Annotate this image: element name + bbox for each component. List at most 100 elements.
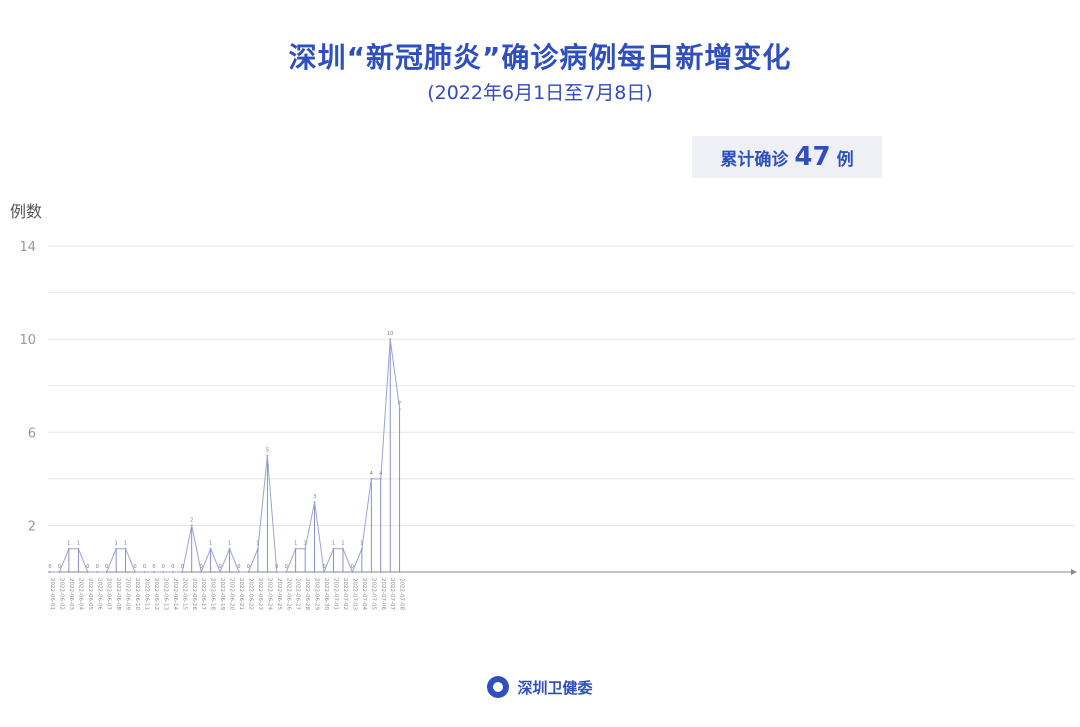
data-point [134,571,137,573]
data-label: 0 [152,564,155,570]
data-point [67,547,70,550]
x-tick-label: 2022-06-04 [77,578,83,610]
data-point [77,547,80,550]
x-tick-label: 2022-06-22 [247,578,253,610]
x-tick-label: 2022-06-08 [115,578,121,610]
data-point [219,571,222,573]
data-point [200,571,203,573]
data-point [171,571,174,573]
data-point [275,571,278,573]
x-axis-arrow-icon [1071,569,1077,575]
x-tick-label: 2022-06-21 [238,578,244,610]
data-point [398,408,401,410]
line-chart: 2610140 01 10 0 01 10 0 0 0 0 0201010 0150 01 1301 101… [19,240,1077,610]
x-tick-label: 2022-06-12 [153,578,159,610]
x-tick-label: 2022-07-07 [389,578,395,610]
data-label: 0 [237,564,240,570]
data-point [181,571,184,573]
data-label: 0 [275,564,278,570]
data-point [143,571,146,573]
x-tick-label: 2022-06-17 [200,578,206,610]
data-point [332,547,335,550]
x-tick-label: 2022-07-05 [370,578,376,610]
data-point [162,571,165,573]
data-point [360,547,363,550]
x-tick-label: 2022-06-16 [191,578,197,610]
data-label: 0 [96,564,99,570]
data-point [124,547,127,550]
data-label: 4 [370,471,373,477]
data-label: 1 [341,541,344,547]
data-label: 0 [105,564,108,570]
data-point [152,571,155,573]
data-label: 1 [304,541,307,547]
data-point [256,547,259,550]
data-point [228,547,231,550]
data-point [389,338,392,341]
data-point [115,547,118,550]
data-label: 1 [67,541,70,547]
data-label: 2 [190,517,193,523]
y-tick-label: 10 [19,333,36,348]
data-point [370,477,373,480]
x-tick-label: 2022-06-06 [96,578,102,610]
x-tick-label: 2022-06-26 [285,578,291,610]
x-tick-label: 2022-06-15 [181,578,187,610]
x-tick-label: 2022-06-27 [295,578,301,610]
data-label: 1 [115,541,118,547]
x-tick-label: 2022-06-30 [323,578,329,610]
x-tick-label: 2022-06-28 [304,578,310,610]
data-label: 0 [162,564,165,570]
data-label: 0 [48,564,51,570]
x-tick-label: 2022-06-14 [172,578,178,610]
data-label: 0 [58,564,61,570]
data-label: 1 [360,541,363,547]
data-label: 0 [133,564,136,570]
x-tick-label: 2022-06-23 [257,578,263,610]
x-tick-label: 2022-07-04 [361,578,367,610]
health-commission-logo-icon [487,676,510,698]
data-label: 0 [200,564,203,570]
x-tick-label: 2022-07-02 [342,578,348,610]
x-tick-label: 2022-06-19 [219,578,225,610]
x-tick-label: 2022-06-05 [87,578,93,610]
data-label: 3 [313,494,316,500]
x-tick-label: 2022-06-07 [106,578,112,610]
series-line [50,339,401,574]
data-label: 0 [143,564,146,570]
x-tick-label: 2022-06-10 [134,578,140,610]
data-label: 0 [171,564,174,570]
data-point [294,547,297,550]
x-tick-label: 2022-06-18 [210,578,216,610]
data-point [379,477,382,480]
data-label: 0 [219,564,222,570]
data-label: 0 [285,564,288,570]
footer-org: 深圳卫健委 [517,678,593,697]
data-point [209,547,212,550]
data-point [351,571,354,573]
x-tick-label: 2022-07-06 [380,578,386,610]
data-label: 5 [266,448,269,454]
data-point [58,571,61,573]
data-point [247,571,250,573]
data-point [190,524,193,527]
data-label: 0 [351,564,354,570]
x-tick-label: 2022-07-03 [351,578,357,610]
data-label: 1 [228,541,231,547]
y-tick-label: 2 [28,519,36,534]
x-tick-label: 2022-06-24 [266,578,272,610]
data-label: 1 [209,541,212,547]
data-label: 1 [124,541,127,547]
x-tick-label: 2022-06-02 [58,578,64,610]
x-tick-label: 2022-06-03 [68,578,74,610]
data-point [304,547,307,550]
x-tick-label: 2022-06-13 [162,578,168,610]
data-point [266,454,269,457]
x-tick-label: 2022-06-01 [49,578,55,610]
data-label: 0 [322,564,325,570]
data-point [285,571,288,573]
x-tick-label: 2022-06-11 [144,578,150,610]
data-point [96,571,99,573]
data-label: 0 [86,564,89,570]
data-label: 0 [247,564,250,570]
